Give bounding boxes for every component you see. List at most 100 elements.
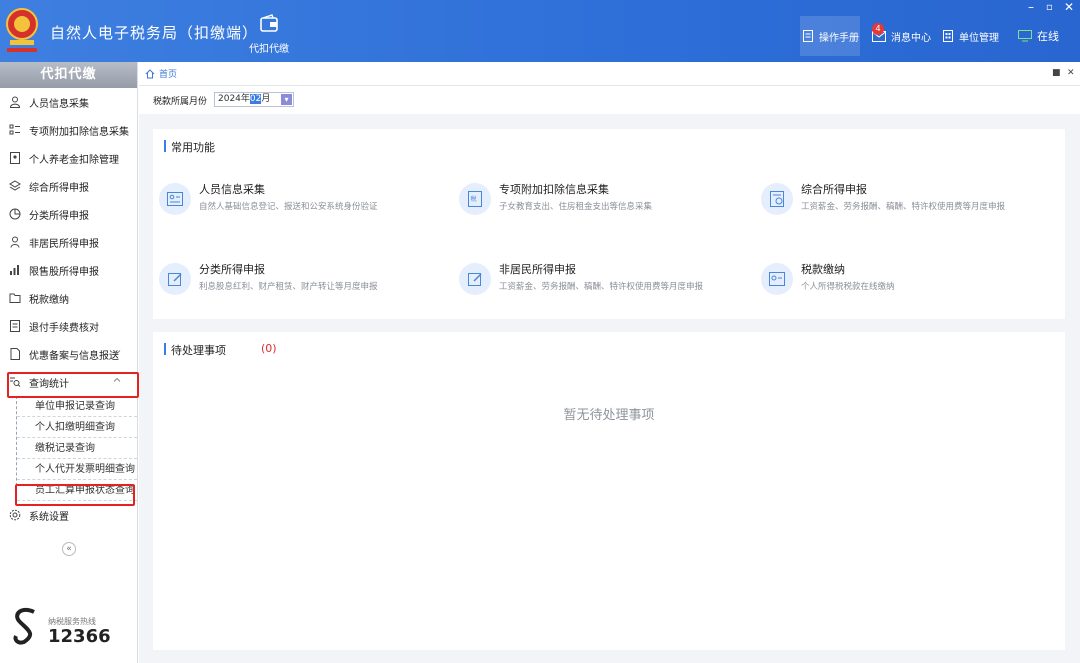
message-center-label: 消息中心	[891, 32, 931, 44]
sidebar-item-label: 分类所得申报	[29, 210, 89, 222]
layers-icon	[9, 180, 21, 191]
period-suffix: 月	[261, 94, 271, 104]
wallet-icon	[260, 14, 278, 32]
sidebar-item-label: 限售股所得申报	[29, 266, 99, 278]
sidebar-item-special-deduction[interactable]: 专项附加扣除信息采集	[0, 116, 137, 144]
edit-icon	[459, 263, 491, 295]
func-title: 分类所得申报	[199, 263, 265, 276]
pending-count: (0)	[261, 342, 277, 355]
sidebar-item-preferential-filing[interactable]: 优惠备案与信息报送	[0, 340, 137, 368]
func-title: 非居民所得申报	[499, 263, 576, 276]
period-month: 02	[249, 94, 262, 104]
func-tax-payment[interactable]: 税款缴纳 个人所得税税款在线缴纳	[761, 261, 1041, 301]
sidebar-item-label: 退付手续费核对	[29, 322, 99, 334]
highlight-annual-settlement-query	[15, 484, 135, 506]
unit-management-label: 单位管理	[959, 32, 999, 44]
gear-icon	[9, 509, 21, 521]
pie-icon	[9, 208, 21, 220]
minimize-icon[interactable]: –	[1028, 0, 1034, 14]
breadcrumb-home[interactable]: 首页	[159, 67, 177, 80]
folder-icon	[9, 293, 21, 303]
sidebar-item-restricted-stock[interactable]: 限售股所得申报	[0, 256, 137, 284]
func-title: 专项附加扣除信息采集	[499, 183, 609, 196]
unit-management-button[interactable]: 单位管理	[942, 16, 1004, 56]
app-header: 自然人电子税务局（扣缴端） 代扣代缴 操作手册 消息中心 4 单位管理 在线 –…	[0, 0, 1080, 62]
period-year: 2024年	[218, 94, 250, 104]
sub-item-tax-record-query[interactable]: 缴税记录查询	[17, 438, 137, 459]
list-icon	[9, 124, 20, 135]
pending-items-title: 待处理事项	[164, 343, 226, 357]
func-special-deduction[interactable]: 税 专项附加扣除信息采集 子女教育支出、住房租金支出等信息采集	[459, 181, 739, 221]
hotline-number: 12366	[48, 626, 111, 647]
sidebar-item-classified-income[interactable]: 分类所得申报	[0, 200, 137, 228]
manual-button[interactable]: 操作手册	[800, 16, 860, 56]
func-title: 综合所得申报	[801, 183, 867, 196]
sidebar-item-label: 专项附加扣除信息采集	[29, 126, 129, 138]
close-panel-icon[interactable]: ✕	[1067, 68, 1075, 78]
sidebar-item-label: 非居民所得申报	[29, 238, 99, 250]
withholding-tool-button[interactable]: 代扣代缴	[246, 14, 292, 55]
sidebar-item-personnel-info[interactable]: 人员信息采集	[0, 88, 137, 116]
func-desc: 工资薪金、劳务报酬、稿酬、特许权使用费等月度申报	[801, 202, 1006, 212]
sidebar-item-label: 税款缴纳	[29, 294, 69, 306]
func-desc: 个人所得税税款在线缴纳	[801, 282, 895, 292]
message-center-button[interactable]: 消息中心 4	[872, 16, 932, 56]
user-icon	[10, 236, 20, 248]
sub-item-personal-withholding-query[interactable]: 个人扣缴明细查询	[17, 417, 137, 438]
period-label: 税款所属月份	[153, 97, 208, 107]
sidebar-item-tax-payment[interactable]: 税款缴纳	[0, 284, 137, 312]
sub-item-unit-filing-query[interactable]: 单位申报记录查询	[17, 396, 137, 417]
breadcrumb: 首页 ■ ✕	[139, 62, 1080, 86]
func-nonresident-income[interactable]: 非居民所得申报 工资薪金、劳务报酬、稿酬、特许权使用费等月度申报	[459, 261, 739, 301]
document-icon	[803, 30, 813, 42]
func-personnel-info[interactable]: 人员信息采集 自然人基础信息登记、报送和公安系统身份验证	[159, 181, 439, 221]
pending-items-panel: 待处理事项 (0) 暂无待处理事项	[153, 332, 1065, 650]
sidebar-item-label: 综合所得申报	[29, 182, 89, 194]
hotline-logo-icon	[13, 607, 35, 645]
sidebar-title: 代扣代缴	[0, 62, 137, 88]
sub-item-invoice-detail-query[interactable]: 个人代开发票明细查询	[17, 459, 137, 480]
withholding-tool-label: 代扣代缴	[249, 44, 289, 55]
collapse-sidebar-button[interactable]: «	[62, 542, 76, 556]
sidebar-item-fee-refund[interactable]: 退付手续费核对	[0, 312, 137, 340]
bar-chart-icon	[10, 265, 19, 275]
sidebar-item-label: 系统设置	[29, 511, 69, 523]
main-content: 首页 ■ ✕ 税款所属月份 2024年02月 ▾ 常用功能 人员信息采集 自然人…	[139, 62, 1080, 663]
svg-text:税: 税	[471, 195, 477, 203]
monitor-icon	[1018, 30, 1032, 42]
edit-icon	[159, 263, 191, 295]
file-icon	[10, 348, 20, 360]
period-picker-button[interactable]: ▾	[281, 94, 292, 105]
home-icon	[145, 68, 155, 78]
sidebar-item-pension-deduction[interactable]: 个人养老金扣除管理	[0, 144, 137, 172]
message-badge: 4	[872, 23, 884, 35]
sidebar-item-label: 人员信息采集	[29, 98, 89, 110]
func-desc: 工资薪金、劳务报酬、稿酬、特许权使用费等月度申报	[499, 282, 704, 292]
online-label: 在线	[1037, 30, 1059, 43]
pension-card-icon	[10, 152, 20, 164]
app-title: 自然人电子税务局（扣缴端）	[50, 24, 259, 42]
online-status[interactable]: 在线	[1018, 16, 1068, 56]
func-comprehensive-income[interactable]: 综合所得申报 工资薪金、劳务报酬、稿酬、特许权使用费等月度申报	[761, 181, 1041, 221]
person-icon	[9, 96, 21, 108]
sidebar-item-comprehensive-income[interactable]: 综合所得申报	[0, 172, 137, 200]
func-desc: 自然人基础信息登记、报送和公安系统身份验证	[199, 202, 378, 212]
building-icon	[943, 30, 953, 42]
manual-label: 操作手册	[819, 32, 859, 44]
func-title: 税款缴纳	[801, 263, 845, 276]
maximize-icon[interactable]: ▫	[1046, 2, 1053, 13]
payment-card-icon	[761, 263, 793, 295]
func-desc: 利息股息红利、财产租赁、财产转让等月度申报	[199, 282, 378, 292]
close-icon[interactable]: ✕	[1064, 0, 1074, 14]
sidebar-item-label: 优惠备案与信息报送	[29, 350, 119, 362]
sidebar-item-nonresident-income[interactable]: 非居民所得申报	[0, 228, 137, 256]
func-classified-income[interactable]: 分类所得申报 利息股息红利、财产租赁、财产转让等月度申报	[159, 261, 439, 301]
restore-panel-icon[interactable]: ■	[1052, 68, 1061, 78]
tax-form-icon: 税	[459, 183, 491, 215]
period-bar: 税款所属月份 2024年02月 ▾	[139, 86, 1080, 114]
empty-pending-text: 暂无待处理事项	[563, 408, 655, 423]
report-icon	[761, 183, 793, 215]
period-input[interactable]: 2024年02月 ▾	[214, 92, 294, 107]
chevron-down-icon	[113, 350, 121, 355]
func-title: 人员信息采集	[199, 183, 265, 196]
